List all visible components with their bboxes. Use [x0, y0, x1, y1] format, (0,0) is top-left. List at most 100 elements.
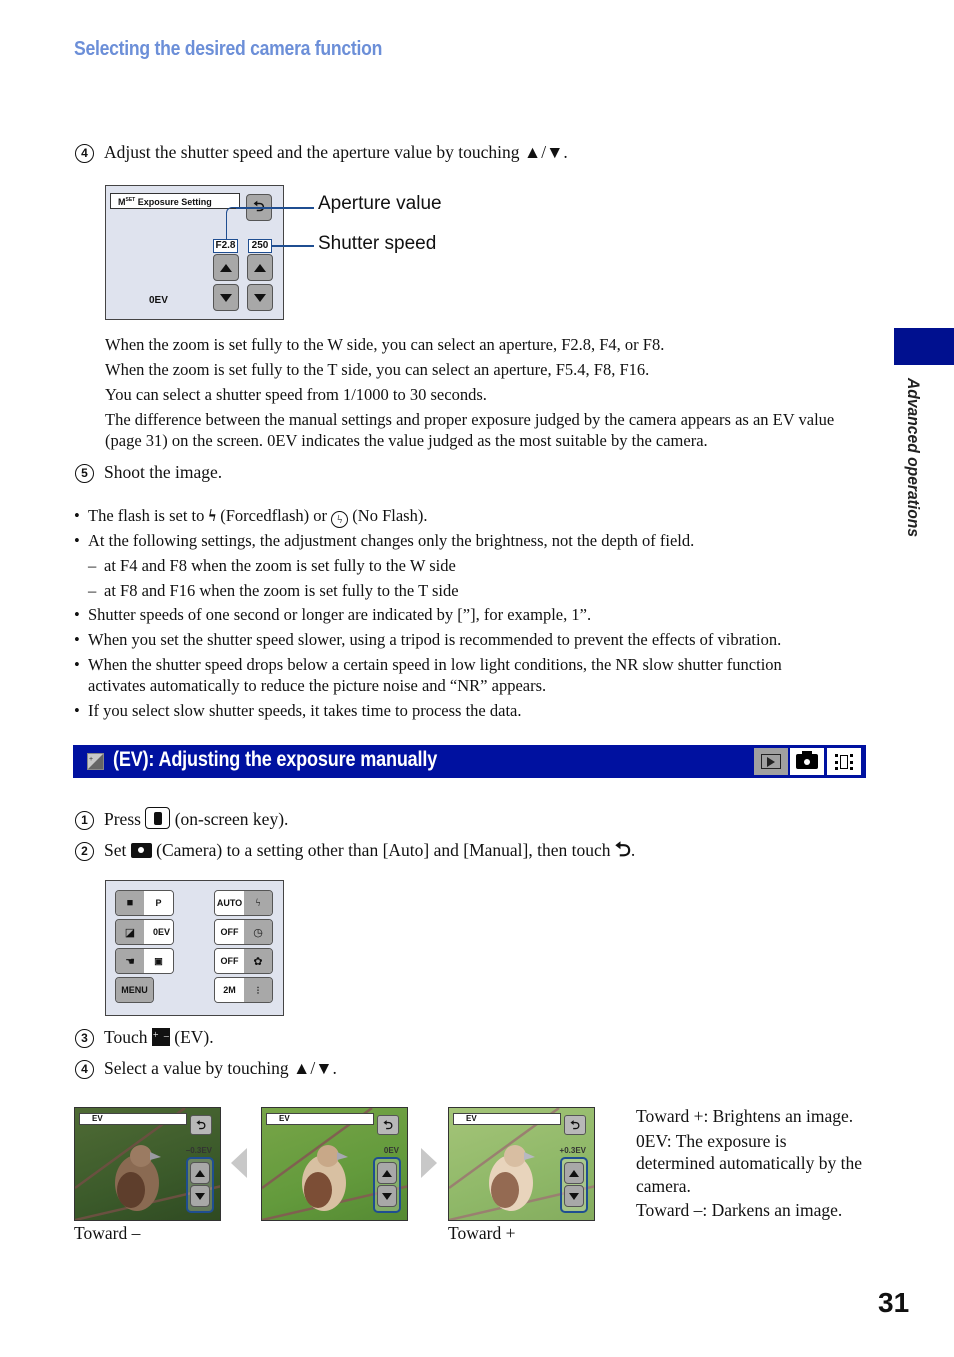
camera-settings-screen: ■ P ◪ 0EV ☚ ▣ MENU AUTO ϟ OFF ◷ OFF ✿ 2M ⁝ [105, 880, 284, 1016]
movie-icon [835, 753, 853, 770]
bullet-text: When the shutter speed drops below a cer… [88, 655, 782, 674]
menu-label: MENU [116, 978, 153, 1002]
step-text: (on-screen key). [174, 809, 289, 829]
bullet-dot: • [74, 655, 80, 674]
up-arrow-icon [195, 1169, 205, 1177]
ev-button[interactable]: ◪ 0EV [115, 919, 174, 945]
bullet-nr-continued: activates automatically to reduce the pi… [88, 676, 547, 695]
step-number: 1 [75, 811, 94, 830]
return-button[interactable]: ⮌ [190, 1115, 212, 1135]
step-3-touch-ev: 3 Touch + – (EV). [75, 1026, 214, 1048]
quality-icon: ⁝ [244, 978, 272, 1002]
desc-toward-minus: Toward –: Darkens an image. [636, 1200, 843, 1220]
image-size-value: 2M [215, 978, 244, 1002]
step-text: (Camera) to a setting other than [Auto] … [156, 840, 611, 860]
bullet-long-shutter: • Shutter speeds of one second or longer … [74, 604, 591, 625]
ev-value-label: –0.3EV [185, 1146, 212, 1155]
aperture-value: F2.8 [213, 239, 238, 253]
up-arrow-icon [220, 263, 232, 272]
step-text: Adjust the shutter speed and the apertur… [104, 142, 568, 162]
bullet-text: (No Flash). [352, 506, 428, 525]
note-shutter-range: You can select a shutter speed from 1/10… [105, 385, 487, 404]
page-number: 31 [878, 1287, 910, 1318]
flash-button[interactable]: AUTO ϟ [214, 890, 273, 916]
camera-icon [796, 751, 818, 769]
preview-darker: EV ⮌ –0.3EV [74, 1107, 221, 1221]
menu-button[interactable]: MENU [115, 977, 154, 1003]
dash-item-t-side: – at F8 and F16 when the zoom is set full… [88, 580, 459, 601]
step-text: Touch [104, 1027, 148, 1047]
dash: – [88, 556, 97, 575]
ev-value-label: 0EV [383, 1146, 399, 1155]
preview-header-label: EV [92, 1114, 103, 1123]
focus-icon: ☚ [116, 949, 144, 973]
bullet-text: The flash is set to [88, 506, 205, 525]
step-number: 5 [75, 464, 94, 483]
step-text: Select a value by touching ▲/▼. [104, 1058, 337, 1078]
step-number: 4 [75, 1060, 94, 1079]
return-button[interactable]: ⮌ [564, 1115, 586, 1135]
flash-value: AUTO [215, 891, 244, 915]
playback-icon [761, 754, 781, 769]
step-1-press: 1 Press (on-screen key). [75, 807, 288, 830]
ev-up-button[interactable] [377, 1162, 397, 1184]
ev-adjust-control [373, 1157, 401, 1213]
description-list: Toward +: Brightens an image. 0EV: The e… [636, 1105, 866, 1222]
shutter-callout-label: Shutter speed [318, 233, 437, 254]
ev-up-button[interactable] [190, 1162, 210, 1184]
camera-mode-button[interactable]: ■ P [115, 890, 174, 916]
step-5-shoot: 5 Shoot the image. [75, 461, 222, 483]
ev-value: 0EV [144, 920, 173, 944]
self-timer-button[interactable]: OFF ◷ [214, 919, 273, 945]
no-flash-icon: ϟ [331, 511, 349, 528]
shutter-callout-line [271, 245, 314, 247]
macro-button[interactable]: OFF ✿ [214, 948, 273, 974]
shutter-down-button[interactable] [247, 284, 273, 311]
caption-toward-minus: Toward – [74, 1223, 141, 1243]
dash: – [88, 581, 97, 600]
camera-mode-value: P [144, 891, 173, 915]
preview-header: EV [266, 1113, 374, 1125]
bullet-dot: • [74, 506, 80, 525]
side-tab-label: Advanced operations [904, 378, 923, 538]
ev-down-button[interactable] [377, 1185, 397, 1207]
desc-toward-plus: Toward +: Brightens an image. [636, 1106, 854, 1126]
ev-up-button[interactable] [564, 1162, 584, 1184]
section-heading-bar: + (EV): Adjusting the exposure manually [73, 745, 866, 778]
bullet-text: When you set the shutter speed slower, u… [88, 630, 782, 649]
camera-icon: ■ [116, 891, 144, 915]
return-button[interactable]: ⮌ [377, 1115, 399, 1135]
ev-down-button[interactable] [190, 1185, 210, 1207]
preview-header: EV [79, 1113, 187, 1125]
step-text: Shoot the image. [104, 462, 223, 482]
bullet-dot: • [74, 605, 80, 624]
step-number: 4 [75, 144, 94, 163]
note-w-side: When the zoom is set fully to the W side… [105, 335, 665, 354]
bullet-flash: • The flash is set to ϟ (Forcedflash) or … [74, 505, 427, 528]
ev-icon: ◪ [116, 920, 144, 944]
side-tab-marker [894, 328, 954, 365]
preview-header: EV [453, 1113, 561, 1125]
focus-button[interactable]: ☚ ▣ [115, 948, 174, 974]
dash-text: at F4 and F8 when the zoom is set fully … [104, 556, 456, 575]
step-text: (EV). [174, 1027, 214, 1047]
image-size-button[interactable]: 2M ⁝ [214, 977, 273, 1003]
mode-letter: M [118, 197, 126, 207]
bullet-text: At the following settings, the adjustmen… [88, 531, 695, 550]
step-text: Press [104, 809, 141, 829]
note-t-side: When the zoom is set fully to the T side… [105, 360, 650, 379]
preview-normal: EV ⮌ 0EV [261, 1107, 408, 1221]
step-4-adjust: 4 Adjust the shutter speed and the apertu… [75, 141, 568, 163]
aperture-callout-line-h [236, 207, 314, 209]
step-text: . [630, 840, 636, 860]
page-header-title: Selecting the desired camera function [74, 38, 383, 60]
note-ev-difference: The difference between the manual settin… [105, 410, 835, 450]
on-screen-key-icon [145, 807, 171, 829]
aperture-up-button[interactable] [213, 254, 239, 281]
step-text: Set [104, 840, 127, 860]
aperture-down-button[interactable] [213, 284, 239, 311]
ev-down-button[interactable] [564, 1185, 584, 1207]
shutter-up-button[interactable] [247, 254, 273, 281]
aperture-callout-label: Aperture value [318, 193, 442, 214]
ev-readout: 0EV [149, 295, 168, 306]
